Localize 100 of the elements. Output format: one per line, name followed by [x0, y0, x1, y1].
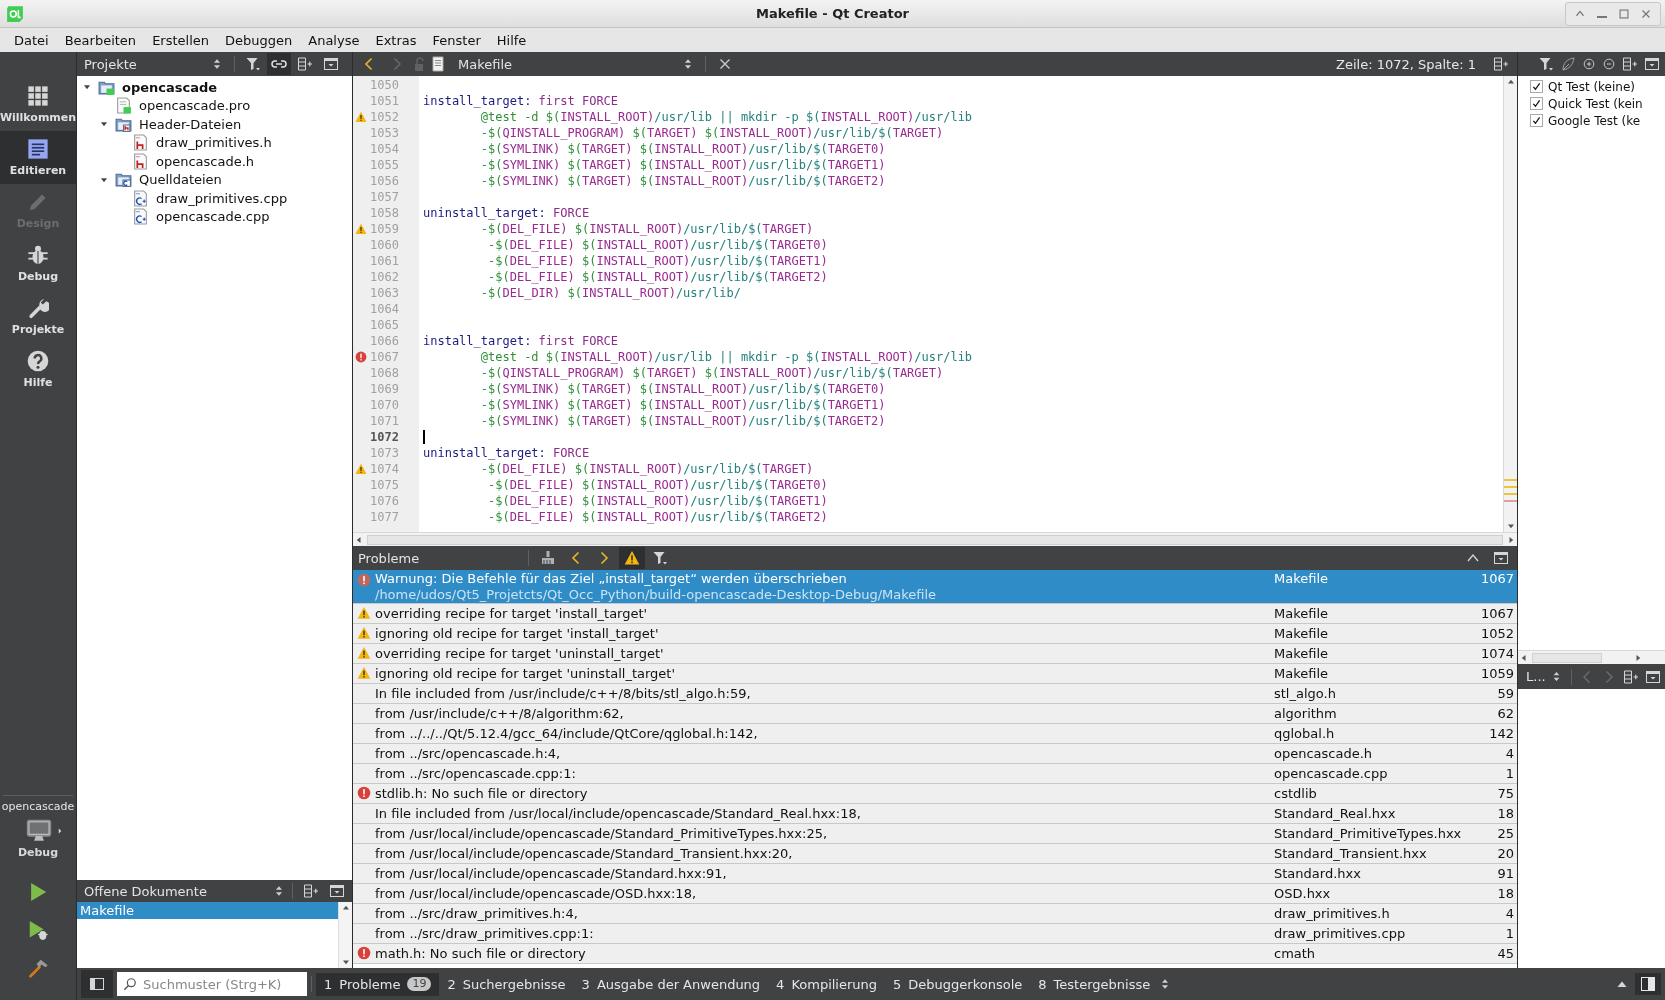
output-tab[interactable]: 5 Debuggerkonsole — [885, 972, 1031, 996]
window-title: Makefile - Qt Creator — [755, 6, 910, 21]
file-selector[interactable]: Makefile — [454, 56, 699, 72]
message-text: ignoring old recipe for target 'uninstall_target' — [375, 665, 676, 683]
menu-item[interactable]: Debuggen — [217, 30, 301, 50]
file-name-cell-text: Standard_Transient.hxx — [1273, 845, 1428, 863]
problem-row[interactable]: from /usr/local/include/opencascade/Standard.hxx:91, Standard.hxx 91 — [353, 864, 1517, 884]
line-number-cell-text: 1052 — [1479, 625, 1515, 643]
line-number: 1052 — [369, 110, 399, 124]
problem-row[interactable]: Warnung: Die Befehle für das Ziel „install_target“ werden überschrieben /home/udos/Qt5_Projetcts/Qt_Occ_Python/build-opencascade-Desktop-Debug/Makefile Makefile 1067 — [353, 570, 1517, 604]
message-text: from /usr/include/c++/8/algorithm:62, — [375, 705, 625, 723]
code-line: @test -d $(INSTALL_ROOT)/usr/lib || mkdir -p $(INSTALL_ROOT)/usr/lib — [479, 110, 973, 124]
output-tab[interactable]: 1 Probleme 19 — [316, 972, 440, 996]
output-tab[interactable]: 4 Kompilierung — [768, 972, 886, 996]
code-line: -$(QINSTALL_PROGRAM) $(TARGET) $(INSTALL_ROOT)/usr/lib/$(TARGET) — [479, 126, 944, 140]
problem-row[interactable]: from ../src/draw_primitives.cpp:1: draw_primitives.cpp 1 — [353, 924, 1517, 944]
menu-item[interactable]: Erstellen — [144, 30, 217, 50]
menu-item[interactable]: Hilfe — [488, 30, 535, 50]
problem-row[interactable]: from ../src/opencascade.cpp:1: opencascade.cpp 1 — [353, 764, 1517, 784]
problem-row[interactable]: ignoring old recipe for target 'install_target' Makefile 1052 — [353, 624, 1517, 644]
file-name-cell-text: algorithm — [1273, 705, 1338, 723]
line-number-cell-text: 1074 — [1479, 645, 1515, 663]
tree-item[interactable]: opencascade.h — [77, 152, 352, 171]
search-field[interactable]: Suchmuster (Strg+K) — [117, 972, 307, 996]
file-path-text: /home/udos/Qt5_Projetcts/Qt_Occ_Python/build-opencascade-Desktop-Debug/Makefile — [375, 587, 938, 603]
menu-item[interactable]: Extras — [367, 30, 425, 50]
file-name-cell-text: Makefile — [1273, 625, 1330, 643]
line-number-cell-text: 91 — [1496, 865, 1515, 883]
menu-item[interactable]: Analyse — [300, 30, 368, 50]
message-text: from ../src/draw_primitives.cpp:1: — [375, 925, 595, 943]
message-text: overriding recipe for target 'uninstall_target' — [375, 645, 665, 663]
problem-row[interactable]: overriding recipe for target 'install_target' Makefile 1067 — [353, 604, 1517, 624]
line-number: 1076 — [369, 494, 399, 508]
mode-button[interactable]: Editieren — [0, 131, 76, 184]
problem-row[interactable]: from /usr/local/include/opencascade/Standard_Transient.hxx:20, Standard_Transient.hxx 20 — [353, 844, 1517, 864]
line-number-cell-text: 142 — [1488, 725, 1515, 743]
tree-item[interactable]: opencascade — [77, 78, 352, 97]
test-label: Qt Test (keine) — [1548, 79, 1635, 94]
output-tab[interactable]: 2 Suchergebnisse — [439, 972, 574, 996]
line-number: 1063 — [369, 286, 399, 300]
problem-row[interactable]: from /usr/local/include/opencascade/OSD.hxx:18, OSD.hxx 18 — [353, 884, 1517, 904]
view-selector[interactable]: L... — [1522, 669, 1567, 684]
mode-button[interactable]: Willkommen — [0, 78, 76, 131]
problem-row[interactable]: ignoring old recipe for target 'uninstall_target' Makefile 1059 — [353, 664, 1517, 684]
code-line: -$(QINSTALL_PROGRAM) $(TARGET) $(INSTALL_ROOT)/usr/lib/$(TARGET) — [479, 366, 944, 380]
view-selector[interactable]: Projekte — [80, 56, 228, 72]
output-tab[interactable]: 8 Testergebnisse — [1030, 972, 1159, 996]
line-number: 1059 — [369, 222, 399, 236]
code-line: -$(SYMLINK) $(TARGET) $(INSTALL_ROOT)/usr/lib/$(TARGET2) — [479, 174, 886, 188]
tree-item[interactable]: opencascade.pro — [77, 96, 352, 115]
problem-row[interactable]: from ../src/draw_primitives.h:4, draw_primitives.h 4 — [353, 904, 1517, 924]
problem-row[interactable]: stdlib.h: No such file or directory cstdlib 75 — [353, 784, 1517, 804]
file-name-cell-text: cstdlib — [1273, 785, 1318, 803]
tree-item[interactable]: Header-Dateien — [77, 115, 352, 134]
file-name-cell-text: Makefile — [1273, 645, 1330, 663]
message-text: from /usr/local/include/opencascade/Standard_PrimitiveTypes.hxx:25, — [375, 825, 829, 843]
problem-row[interactable]: from ../src/opencascade.h:4, opencascade.h 4 — [353, 744, 1517, 764]
code-line: -$(DEL_FILE) $(INSTALL_ROOT)/usr/lib/$(TARGET0) — [487, 238, 828, 252]
problem-row[interactable]: overriding recipe for target 'uninstall_target' Makefile 1074 — [353, 644, 1517, 664]
line-number: 1071 — [369, 414, 399, 428]
test-label: Quick Test (kein — [1548, 96, 1643, 111]
line-number-cell-text: 4 — [1504, 745, 1515, 763]
code-line: -$(DEL_FILE) $(INSTALL_ROOT)/usr/lib/$(TARGET2) — [487, 270, 828, 284]
menu-item[interactable]: Datei — [6, 30, 57, 50]
line-number: 1068 — [369, 366, 399, 380]
line-number: 1067 — [369, 350, 399, 364]
code-line: install_target: first FORCE — [423, 94, 619, 108]
line-number: 1064 — [369, 302, 399, 316]
problem-row[interactable]: math.h: No such file or directory cmath 45 — [353, 944, 1517, 964]
file-name-cell-text: cmath — [1273, 945, 1317, 963]
problem-row[interactable]: In file included from /usr/local/include/opencascade/Standard_Real.hxx:18, Standard_Real.hxx 18 — [353, 804, 1517, 824]
line-number-cell-text: 1059 — [1479, 665, 1515, 683]
problem-row[interactable]: from /usr/include/c++/8/algorithm:62, algorithm 62 — [353, 704, 1517, 724]
message-text: from ../../../Qt/5.12.4/gcc_64/include/QtCore/qglobal.h:142, — [375, 725, 759, 743]
line-number-cell-text: 62 — [1496, 705, 1515, 723]
menu-item[interactable]: Fenster — [424, 30, 489, 50]
code-line: -$(DEL_FILE) $(INSTALL_ROOT)/usr/lib/$(TARGET) — [479, 222, 814, 236]
code-line: -$(DEL_FILE) $(INSTALL_ROOT)/usr/lib/$(TARGET1) — [487, 254, 828, 268]
line-number: 1058 — [369, 206, 399, 220]
problem-row[interactable]: from ../../../Qt/5.12.4/gcc_64/include/QtCore/qglobal.h:142, qglobal.h 142 — [353, 724, 1517, 744]
kit-selector[interactable]: opencascade Debug — [3, 795, 73, 873]
problem-row[interactable]: In file included from /usr/include/c++/8/bits/stl_algo.h:59, stl_algo.h 59 — [353, 684, 1517, 704]
code-line: -$(DEL_FILE) $(INSTALL_ROOT)/usr/lib/$(TARGET1) — [487, 494, 828, 508]
problem-row[interactable]: from /usr/local/include/opencascade/Standard_PrimitiveTypes.hxx:25, Standard_PrimitiveTypes.hxx 25 — [353, 824, 1517, 844]
tree-item[interactable]: opencascade.cpp — [77, 207, 352, 226]
mode-button[interactable]: Hilfe — [0, 343, 76, 396]
output-tab[interactable]: 3 Ausgabe der Anwendung — [573, 972, 769, 996]
line-number: 1056 — [369, 174, 399, 188]
tree-item[interactable]: draw_primitives.cpp — [77, 189, 352, 208]
mode-button[interactable]: Debug — [0, 237, 76, 290]
menu-item[interactable]: Bearbeiten — [56, 30, 145, 50]
code-line: -$(SYMLINK) $(TARGET) $(INSTALL_ROOT)/usr/lib/$(TARGET1) — [479, 158, 886, 172]
code-line: install_target: first FORCE — [423, 334, 619, 348]
message-text: from ../src/draw_primitives.h:4, — [375, 905, 579, 923]
tree-item[interactable]: Quelldateien — [77, 170, 352, 189]
mode-button[interactable]: Projekte — [0, 290, 76, 343]
file-name-cell-text: stl_algo.h — [1273, 685, 1337, 703]
line-number-cell-text: 18 — [1496, 885, 1515, 903]
document-item[interactable]: Makefile — [77, 902, 338, 919]
tree-item[interactable]: draw_primitives.h — [77, 133, 352, 152]
